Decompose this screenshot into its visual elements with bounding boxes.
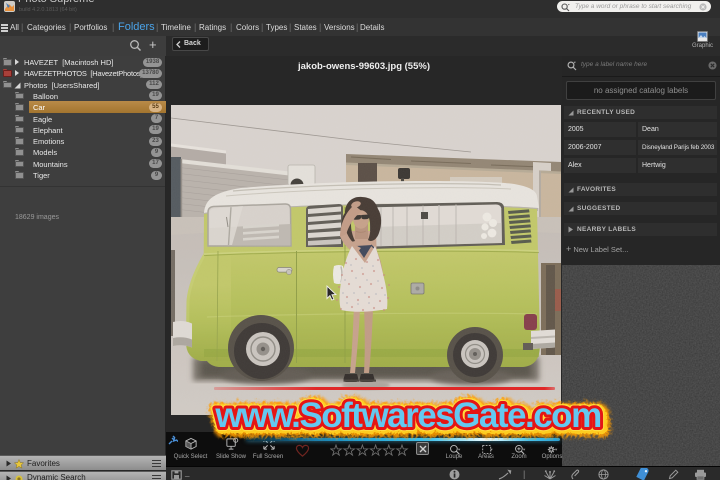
svg-text:www.SoftwaresGate.com: www.SoftwaresGate.com <box>214 396 600 435</box>
